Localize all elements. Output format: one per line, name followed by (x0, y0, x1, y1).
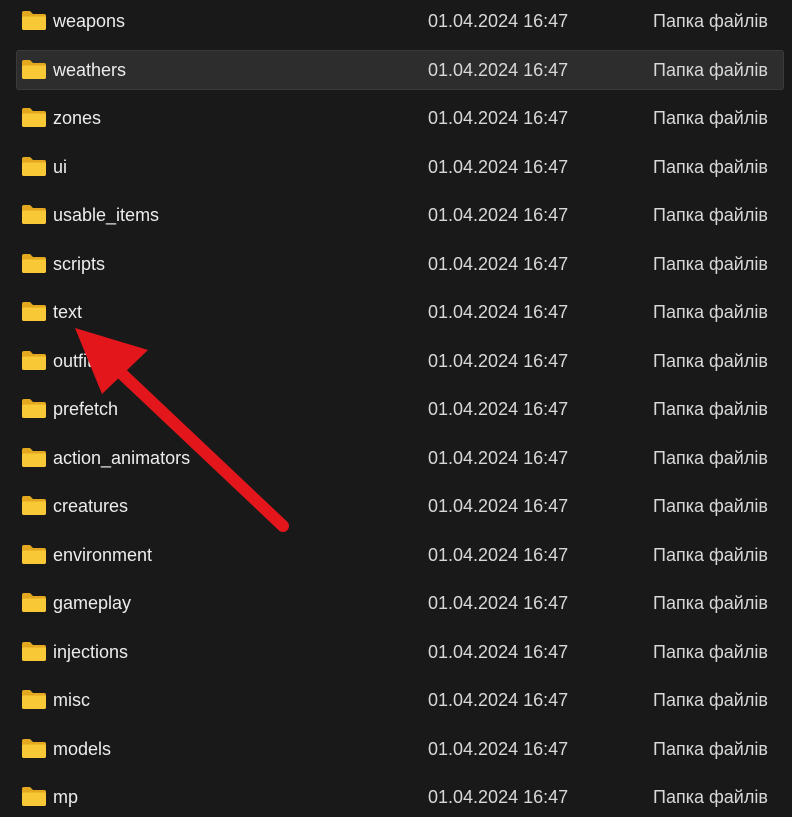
file-name: weapons (53, 11, 126, 31)
file-type: Папка файлів (653, 544, 768, 565)
file-name: gameplay (53, 593, 132, 613)
folder-icon (22, 787, 46, 806)
folder-icon (22, 11, 46, 30)
file-date-modified: 01.04.2024 16:47 (428, 496, 569, 516)
file-list: weapons 01.04.2024 16:47 Папка файлів weath… (0, 0, 792, 814)
file-name: action_animators (53, 447, 191, 468)
file-name: zones (53, 108, 102, 128)
file-date-modified: 01.04.2024 16:47 (428, 593, 569, 613)
file-name: usable_items (53, 205, 160, 225)
file-name: environment (53, 544, 153, 565)
file-row-injections[interactable]: injections 01.04.2024 16:47 Папка файлів (16, 632, 784, 672)
file-date-modified: 01.04.2024 16:47 (428, 108, 569, 128)
file-row-zones[interactable]: zones 01.04.2024 16:47 Папка файлів (16, 98, 784, 138)
file-row-misc[interactable]: misc 01.04.2024 16:47 Папка файлів (16, 680, 784, 720)
file-type: Папка файлів (653, 738, 768, 759)
file-row-action_animators[interactable]: action_animators 01.04.2024 16:47 Папка фа… (16, 438, 784, 478)
file-name: ui (53, 156, 68, 177)
file-row-outfits[interactable]: outfits 01.04.2024 16:47 Папка файлів (16, 341, 784, 381)
file-name: creatures (53, 496, 129, 516)
file-date-modified: 01.04.2024 16:47 (428, 156, 569, 177)
file-type: Папка файлів (653, 787, 768, 807)
file-date-modified: 01.04.2024 16:47 (428, 253, 569, 274)
file-row-weathers[interactable]: weathers 01.04.2024 16:47 Папка файлів (16, 49, 784, 90)
file-row-ui[interactable]: ui 01.04.2024 16:47 Папка файлів (16, 147, 784, 187)
file-name: injections (53, 641, 129, 662)
file-row-models[interactable]: models 01.04.2024 16:47 Папка файлів (16, 729, 784, 769)
file-date-modified: 01.04.2024 16:47 (428, 350, 569, 371)
file-type: Папка файлів (653, 496, 768, 516)
file-row-environment[interactable]: environment 01.04.2024 16:47 Папка файлів (16, 535, 784, 575)
folder-icon (22, 59, 46, 79)
folder-icon (22, 399, 46, 418)
file-row-prefetch[interactable]: prefetch 01.04.2024 16:47 Папка файлів (16, 389, 784, 429)
folder-icon (22, 496, 46, 515)
file-date-modified: 01.04.2024 16:47 (428, 787, 569, 807)
folder-icon (22, 447, 46, 467)
folder-icon (22, 302, 46, 321)
file-row-gameplay[interactable]: gameplay 01.04.2024 16:47 Папка файлів (16, 583, 784, 623)
file-row-text[interactable]: text 01.04.2024 16:47 Папка файлів (16, 292, 784, 332)
file-name: outfits (53, 350, 102, 371)
file-date-modified: 01.04.2024 16:47 (428, 690, 569, 710)
file-type: Папка файлів (653, 641, 768, 662)
file-name: models (53, 738, 112, 759)
folder-icon (22, 544, 46, 564)
file-name: misc (53, 690, 90, 710)
file-type: Папка файлів (653, 205, 768, 225)
file-type: Папка файлів (653, 690, 768, 710)
file-name: weathers (53, 59, 127, 80)
file-name: scripts (53, 253, 106, 274)
folder-icon (22, 641, 46, 661)
folder-icon (22, 690, 46, 709)
folder-icon (22, 253, 46, 273)
folder-icon (22, 156, 46, 176)
file-date-modified: 01.04.2024 16:47 (428, 205, 569, 225)
folder-icon (22, 738, 46, 758)
file-date-modified: 01.04.2024 16:47 (428, 641, 569, 662)
file-row-usable_items[interactable]: usable_items 01.04.2024 16:47 Папка файлів (16, 195, 784, 235)
file-date-modified: 01.04.2024 16:47 (428, 59, 569, 80)
file-type: Папка файлів (653, 447, 768, 468)
file-name: mp (53, 787, 79, 807)
file-date-modified: 01.04.2024 16:47 (428, 302, 569, 322)
file-type: Папка файлів (653, 156, 768, 177)
file-type: Папка файлів (653, 302, 768, 322)
file-date-modified: 01.04.2024 16:47 (428, 738, 569, 759)
file-date-modified: 01.04.2024 16:47 (428, 11, 569, 31)
folder-icon (22, 108, 46, 127)
file-name: text (53, 302, 83, 322)
file-type: Папка файлів (653, 108, 768, 128)
folder-icon (22, 593, 46, 612)
folder-icon (22, 205, 46, 224)
file-row-weapons[interactable]: weapons 01.04.2024 16:47 Папка файлів (16, 1, 784, 41)
file-name: prefetch (53, 399, 119, 419)
folder-icon (22, 350, 46, 370)
file-type: Папка файлів (653, 11, 768, 31)
file-date-modified: 01.04.2024 16:47 (428, 399, 569, 419)
file-type: Папка файлів (653, 593, 768, 613)
file-row-scripts[interactable]: scripts 01.04.2024 16:47 Папка файлів (16, 244, 784, 284)
file-type: Папка файлів (653, 253, 768, 274)
file-type: Папка файлів (653, 350, 768, 371)
file-row-creatures[interactable]: creatures 01.04.2024 16:47 Папка файлів (16, 486, 784, 526)
file-type: Папка файлів (653, 399, 768, 419)
file-date-modified: 01.04.2024 16:47 (428, 544, 569, 565)
file-date-modified: 01.04.2024 16:47 (428, 447, 569, 468)
file-row-mp[interactable]: mp 01.04.2024 16:47 Папка файлів (16, 777, 784, 817)
file-type: Папка файлів (653, 59, 768, 80)
